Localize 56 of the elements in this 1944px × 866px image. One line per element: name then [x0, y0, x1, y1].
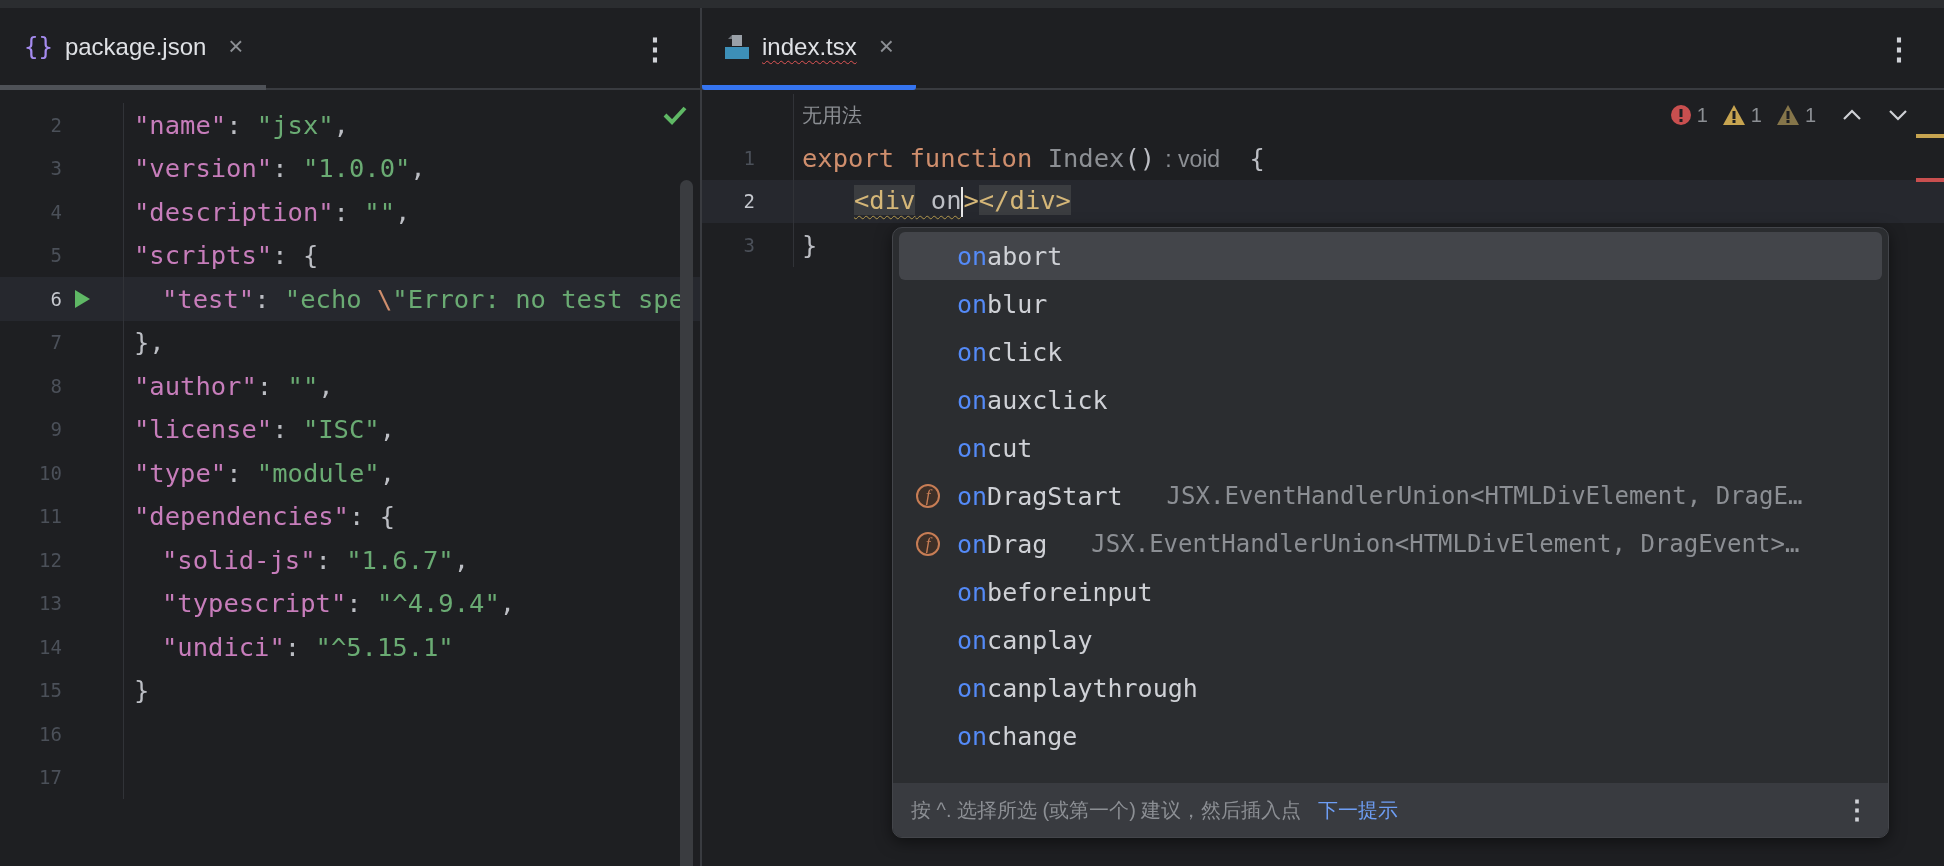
code-line: "name": "jsx",	[134, 109, 349, 140]
code-line: "author": "",	[134, 370, 334, 401]
code-line: export function Index() : void {	[802, 142, 1265, 173]
editor-tab[interactable]: index.tsx ×	[702, 8, 916, 90]
code-line: "description": "",	[134, 196, 411, 227]
file-icon	[724, 33, 750, 60]
completion-item[interactable]: onblur	[899, 280, 1882, 328]
line-number: 6	[49, 287, 62, 310]
completion-item[interactable]: oncanplay	[899, 616, 1882, 664]
code-line: },	[134, 327, 165, 358]
warning-icon[interactable]	[1721, 104, 1746, 126]
code-line: <div on></div>	[854, 185, 1071, 216]
code-line: "dependencies": {	[134, 501, 395, 532]
completion-item[interactable]: onclick	[899, 328, 1882, 376]
code-line: "typescript": "^4.9.4",	[162, 588, 516, 619]
completion-item[interactable]: onabort	[899, 232, 1882, 280]
editor-tab[interactable]: {} package.json ×	[0, 8, 266, 90]
completion-item[interactable]: onauxclick	[899, 376, 1882, 424]
completion-item[interactable]: f onDrag JSX.EventHandlerUnion<HTMLDivElement, DragEvent>…	[899, 520, 1882, 568]
code-line: "license": "ISC",	[134, 414, 395, 445]
tab-label: package.json	[64, 32, 207, 61]
usage-hint[interactable]: 无用法	[794, 101, 862, 129]
more-menu-icon[interactable]: ⋮	[640, 8, 700, 88]
run-icon[interactable]	[73, 288, 91, 309]
checkmark-icon	[662, 104, 688, 126]
footer-hint: 按 ^. 选择所选 (或第一个) 建议，然后插入点	[911, 797, 1302, 823]
problem-count: 1	[1696, 103, 1708, 127]
json-file-icon: {}	[24, 32, 53, 61]
more-menu-icon[interactable]: ⋮	[1844, 794, 1870, 826]
code-line: "undici": "^5.15.1"	[162, 631, 454, 662]
chevron-up-icon[interactable]	[1842, 108, 1862, 122]
code-line: "scripts": {	[134, 240, 319, 271]
next-tip-link[interactable]: 下一提示	[1317, 796, 1398, 824]
close-icon[interactable]: ×	[228, 31, 244, 62]
close-icon[interactable]: ×	[878, 31, 894, 62]
function-icon: f	[916, 484, 940, 508]
problem-count: 1	[1750, 103, 1762, 127]
error-icon[interactable]	[1669, 104, 1692, 126]
completion-item[interactable]: oncut	[899, 424, 1882, 472]
completion-item[interactable]: oncanplaythrough	[899, 664, 1882, 712]
chevron-down-icon[interactable]	[1888, 108, 1908, 122]
completion-item[interactable]: onbeforeinput	[899, 568, 1882, 616]
code-line: }	[802, 229, 818, 260]
more-menu-icon[interactable]: ⋮	[1884, 8, 1944, 88]
code-line: }	[134, 675, 150, 706]
function-icon: f	[916, 532, 940, 556]
problem-count: 1	[1804, 103, 1816, 127]
warning-icon[interactable]	[1775, 104, 1800, 126]
code-line: "solid-js": "1.6.7",	[162, 544, 470, 575]
completion-item[interactable]: f onDragStart JSX.EventHandlerUnion<HTMLDivElement, DragE…	[899, 472, 1882, 520]
tab-label: index.tsx	[762, 32, 857, 61]
completion-item[interactable]: onchange	[899, 712, 1882, 760]
code-line: "type": "module",	[134, 457, 396, 488]
scrollbar[interactable]	[680, 180, 693, 866]
line-number: 2	[743, 190, 755, 213]
code-line: "version": "1.0.0",	[134, 153, 426, 184]
